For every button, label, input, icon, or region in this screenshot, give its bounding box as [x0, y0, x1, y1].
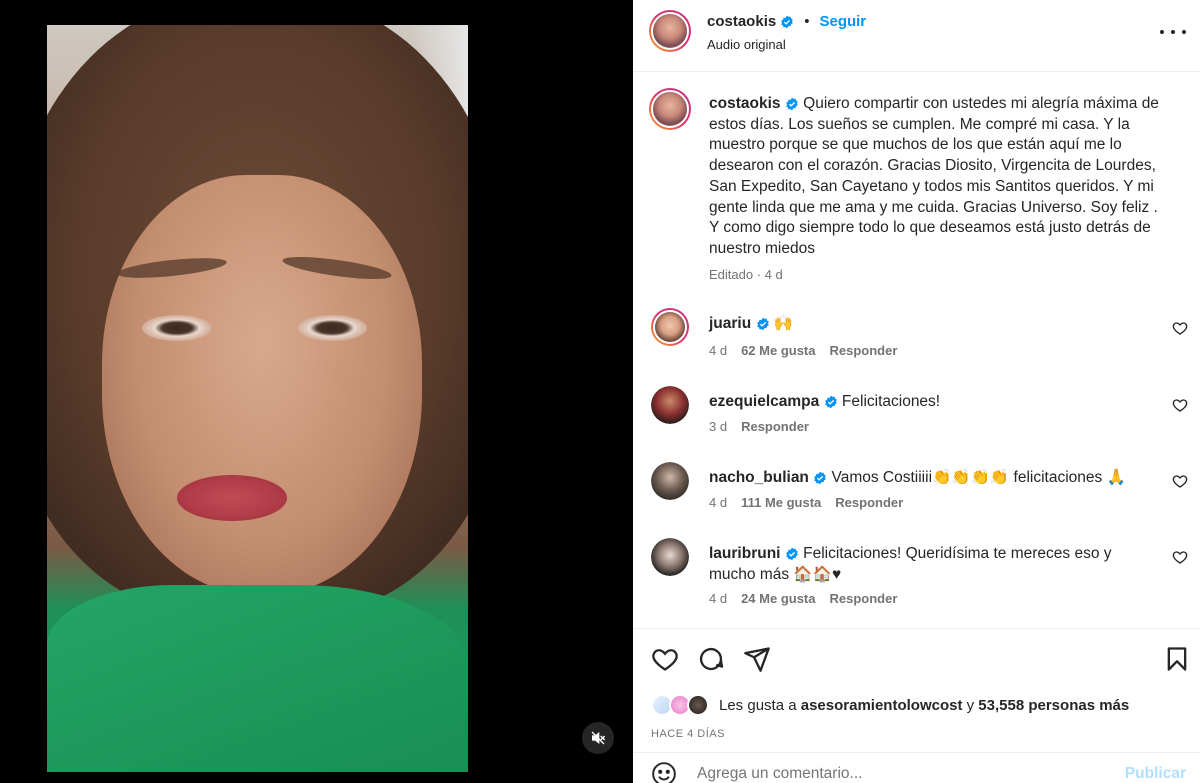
post-actions — [633, 628, 1200, 690]
comment-text: Vamos Costiiiii👏👏👏👏 felicitaciones 🙏 — [831, 469, 1126, 486]
comment-text: Felicitaciones! — [841, 393, 941, 410]
caption-text: Quiero compartir con ustedes mi alegría … — [709, 95, 1159, 257]
comment-age[interactable]: 4 d — [709, 343, 727, 358]
caption-meta: Editado · 4 d — [709, 267, 783, 282]
separator-dot: • — [804, 13, 810, 30]
caption-username[interactable]: costaokis — [709, 95, 781, 112]
avatar[interactable] — [651, 462, 689, 500]
bookmark-icon[interactable] — [1163, 645, 1191, 673]
publish-button[interactable]: Publicar — [1125, 765, 1186, 783]
avatar[interactable] — [687, 694, 709, 716]
avatar[interactable] — [651, 386, 689, 424]
mute-button[interactable] — [582, 722, 614, 754]
reply-button[interactable]: Responder — [741, 419, 809, 434]
likes-user[interactable]: asesoramientolowcost — [801, 697, 963, 714]
verified-badge-icon — [781, 15, 793, 28]
comment-username[interactable]: ezequielcampa — [709, 393, 819, 410]
heart-icon[interactable] — [1172, 473, 1188, 489]
comment-username[interactable]: juariu — [709, 315, 751, 332]
audio-label[interactable]: Audio original — [707, 37, 786, 52]
heart-icon[interactable] — [651, 645, 679, 673]
verified-badge-icon — [786, 547, 798, 561]
comment-likes[interactable]: 62 Me gusta — [741, 343, 815, 358]
heart-icon[interactable] — [1172, 549, 1188, 565]
reply-button[interactable]: Responder — [835, 495, 903, 510]
reply-button[interactable]: Responder — [830, 343, 898, 358]
post-panel: costaokis • Seguir Audio original costao… — [633, 0, 1200, 783]
likes-summary: Les gusta a asesoramientolowcost y 53,55… — [651, 692, 1129, 718]
avatar[interactable] — [651, 308, 689, 346]
post-caption: costaokis Quiero compartir con ustedes m… — [709, 94, 1169, 260]
share-icon[interactable] — [743, 645, 771, 673]
comment-likes[interactable]: 111 Me gusta — [741, 495, 821, 510]
post-header: costaokis • Seguir Audio original — [633, 0, 1200, 72]
reply-button[interactable]: Responder — [830, 591, 898, 606]
verified-badge-icon — [824, 395, 837, 409]
post-video[interactable] — [47, 25, 468, 772]
verified-badge-icon — [814, 471, 826, 485]
comment-input[interactable] — [697, 765, 1097, 783]
comment-username[interactable]: lauribruni — [709, 545, 780, 562]
heart-icon[interactable] — [1172, 397, 1188, 413]
heart-icon[interactable] — [1172, 320, 1188, 336]
verified-badge-icon — [786, 97, 798, 111]
more-options-icon[interactable] — [1160, 22, 1186, 42]
add-comment-bar: Publicar — [633, 752, 1200, 783]
comment-age[interactable]: 4 d — [709, 495, 727, 510]
emoji-icon[interactable] — [651, 761, 677, 783]
comment-age[interactable]: 3 d — [709, 419, 727, 434]
comment-likes[interactable]: 24 Me gusta — [741, 591, 815, 606]
avatar[interactable] — [649, 10, 691, 52]
media-area — [0, 0, 633, 783]
verified-badge-icon — [756, 317, 769, 331]
author-username[interactable]: costaokis — [707, 13, 776, 30]
post-time[interactable]: HACE 4 DÍAS — [651, 728, 725, 740]
comment-age[interactable]: 4 d — [709, 591, 727, 606]
caption-avatar[interactable] — [649, 88, 691, 130]
comment-text: 🙌 — [773, 315, 794, 332]
comment-icon[interactable] — [697, 645, 725, 673]
avatar[interactable] — [651, 538, 689, 576]
likes-connector: y — [966, 696, 975, 714]
comment-username[interactable]: nacho_bulian — [709, 469, 809, 486]
likes-others[interactable]: 53,558 personas más — [978, 697, 1129, 714]
follow-button[interactable]: Seguir — [819, 13, 866, 30]
muted-speaker-icon — [591, 731, 606, 745]
likes-prefix: Les gusta a — [719, 696, 797, 714]
